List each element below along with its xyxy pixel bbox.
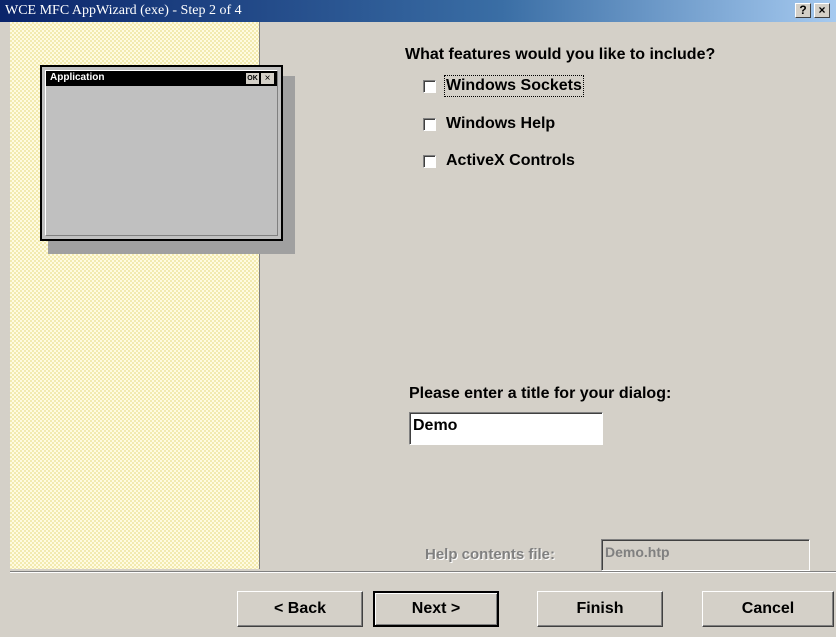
windows-help-label[interactable]: Windows Help xyxy=(446,115,555,133)
preview-window: Application OK × xyxy=(40,65,283,241)
help-button[interactable]: ? xyxy=(795,3,811,18)
windows-sockets-checkbox[interactable] xyxy=(423,80,436,93)
finish-button[interactable]: Finish xyxy=(537,591,663,627)
back-button[interactable]: < Back xyxy=(237,591,363,627)
help-file-input: Demo.htp xyxy=(601,539,810,571)
next-button[interactable]: Next > xyxy=(373,591,499,627)
dialog-title-input[interactable]: Demo xyxy=(409,412,603,445)
preview-ok-button: OK xyxy=(246,73,259,84)
help-file-label: Help contents file: xyxy=(425,546,556,563)
close-button[interactable]: × xyxy=(814,3,830,18)
features-question: What features would you like to include? xyxy=(405,46,716,63)
dialog-title-label: Please enter a title for your dialog: xyxy=(409,385,672,402)
preview-title-bar: Application OK × xyxy=(46,71,277,86)
window-title: WCE MFC AppWizard (exe) - Step 2 of 4 xyxy=(5,3,242,18)
title-bar: WCE MFC AppWizard (exe) - Step 2 of 4 ? … xyxy=(0,0,836,22)
wizard-window: WCE MFC AppWizard (exe) - Step 2 of 4 ? … xyxy=(0,0,836,637)
cancel-button[interactable]: Cancel xyxy=(702,591,834,627)
activex-controls-checkbox[interactable] xyxy=(423,155,436,168)
windows-sockets-label[interactable]: Windows Sockets xyxy=(444,75,584,97)
preview-close-icon: × xyxy=(261,73,274,84)
windows-help-checkbox[interactable] xyxy=(423,118,436,131)
preview-title: Application xyxy=(50,72,105,83)
activex-controls-label[interactable]: ActiveX Controls xyxy=(446,152,575,170)
